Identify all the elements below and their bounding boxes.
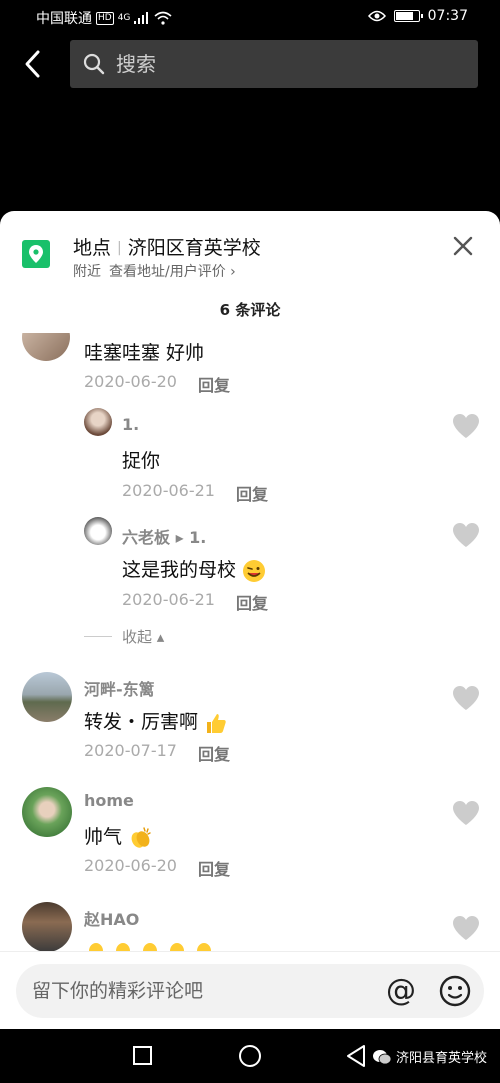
clapping-hands-icon xyxy=(197,943,211,951)
comment-text-content: 转发・厉害啊 xyxy=(84,711,199,733)
collapse-divider xyxy=(84,636,112,637)
mention-at-button[interactable]: @ xyxy=(384,974,418,1008)
avatar[interactable] xyxy=(22,902,72,951)
reply-button[interactable]: 回复 xyxy=(198,372,230,396)
like-heart-icon[interactable] xyxy=(452,800,480,826)
back-arrow-icon[interactable] xyxy=(20,48,46,80)
avatar[interactable] xyxy=(84,408,112,436)
view-address-link[interactable]: 查看地址/用户评价 › xyxy=(109,264,236,280)
location-name: 济阳区育英学校 xyxy=(127,237,261,259)
clock: 07:37 xyxy=(427,8,468,24)
reply-button[interactable]: 回复 xyxy=(236,590,268,614)
collapse-replies-button[interactable]: 收起 ▴ xyxy=(122,626,164,647)
comment-date: 2020-06-20 xyxy=(84,856,177,875)
comment-count: 6 条评论 xyxy=(219,301,281,319)
like-heart-icon[interactable] xyxy=(452,413,480,439)
reply-button[interactable]: 回复 xyxy=(236,481,268,505)
clapping-hands-icon xyxy=(170,943,184,951)
comment-text: 哇塞哇塞 好帅 xyxy=(84,342,205,364)
search-input[interactable] xyxy=(116,52,456,76)
network-type: 4G xyxy=(117,13,131,23)
navigation-bar: 济阳县育英学校 xyxy=(0,1029,500,1083)
recent-apps-button[interactable] xyxy=(133,1046,152,1065)
home-button[interactable] xyxy=(239,1045,261,1067)
commenter-name[interactable]: 赵HAO xyxy=(84,906,139,930)
wechat-icon xyxy=(373,1049,392,1064)
clapping-hands-icon xyxy=(116,943,130,951)
like-heart-icon[interactable] xyxy=(452,915,480,941)
location-title[interactable]: 地点 | 济阳区育英学校 xyxy=(73,233,261,260)
like-heart-icon[interactable] xyxy=(452,685,480,711)
reply-button[interactable]: 回复 xyxy=(198,741,230,765)
battery-icon xyxy=(393,10,423,22)
comment-emoji-row xyxy=(84,937,216,951)
comment-text-content: 这是我的母校 xyxy=(122,559,237,581)
comment-list: 哇塞哇塞 好帅 2020-06-20 回复 1. 捉你 2020-06-21 回… xyxy=(0,333,500,951)
comment-date: 2020-06-21 xyxy=(122,590,215,609)
like-heart-icon[interactable] xyxy=(452,522,480,548)
emoji-icon[interactable] xyxy=(438,974,472,1008)
winking-emoji-icon xyxy=(243,559,266,582)
avatar[interactable] xyxy=(22,672,72,722)
hd-badge: HD xyxy=(96,11,114,25)
wifi-icon xyxy=(154,11,172,25)
separator: | xyxy=(117,240,122,256)
clapping-hands-icon xyxy=(131,826,151,848)
thumbs-up-icon xyxy=(207,713,226,733)
commenter-name[interactable]: 六老板 ▸ 1. xyxy=(122,524,206,548)
location-pin-icon xyxy=(22,240,50,268)
nearby-label: 附近 xyxy=(73,264,101,280)
comment-date: 2020-06-20 xyxy=(84,372,177,391)
comment-input-container[interactable]: @ xyxy=(16,964,484,1018)
comment-date: 2020-07-17 xyxy=(84,741,177,760)
comment-text: 捉你 xyxy=(122,450,161,472)
status-bar: 中国联通 HD 4G 07:37 xyxy=(0,0,500,34)
watermark-text: 济阳县育英学校 xyxy=(396,1051,488,1066)
comment-text: 帅气 xyxy=(84,822,152,850)
comment-input-bar: @ xyxy=(0,951,500,1029)
comment-text: 转发・厉害啊 xyxy=(84,707,228,735)
watermark: 济阳县育英学校 xyxy=(372,1047,487,1066)
location-subline: 附近 查看地址/用户评价 › xyxy=(73,261,236,281)
comment-panel: 地点 | 济阳区育英学校 附近 查看地址/用户评价 › 6 条评论 哇塞哇塞 好帅 2… xyxy=(0,211,500,1029)
reply-button[interactable]: 回复 xyxy=(198,856,230,880)
nav-back-icon[interactable] xyxy=(345,1044,367,1068)
comment-date: 2020-06-21 xyxy=(122,481,215,500)
search-icon xyxy=(83,53,105,75)
carrier-name: 中国联通 xyxy=(36,11,92,27)
top-bar xyxy=(0,34,500,94)
close-icon[interactable] xyxy=(452,235,474,257)
commenter-name[interactable]: 河畔-东篱 xyxy=(84,676,155,700)
location-label: 地点 xyxy=(73,237,112,259)
commenter-name[interactable]: 1. xyxy=(122,415,139,434)
signal-icon xyxy=(134,12,149,24)
commenter-name[interactable]: home xyxy=(84,791,134,810)
eye-icon xyxy=(367,10,386,22)
comment-text: 这是我的母校 xyxy=(122,555,266,583)
comment-text-content: 帅气 xyxy=(84,826,123,848)
comment-input[interactable] xyxy=(32,976,372,1006)
clapping-hands-icon xyxy=(143,943,157,951)
avatar[interactable] xyxy=(22,787,72,837)
clapping-hands-icon xyxy=(89,943,103,951)
search-bar[interactable] xyxy=(70,40,478,88)
avatar[interactable] xyxy=(22,333,70,361)
avatar[interactable] xyxy=(84,517,112,545)
